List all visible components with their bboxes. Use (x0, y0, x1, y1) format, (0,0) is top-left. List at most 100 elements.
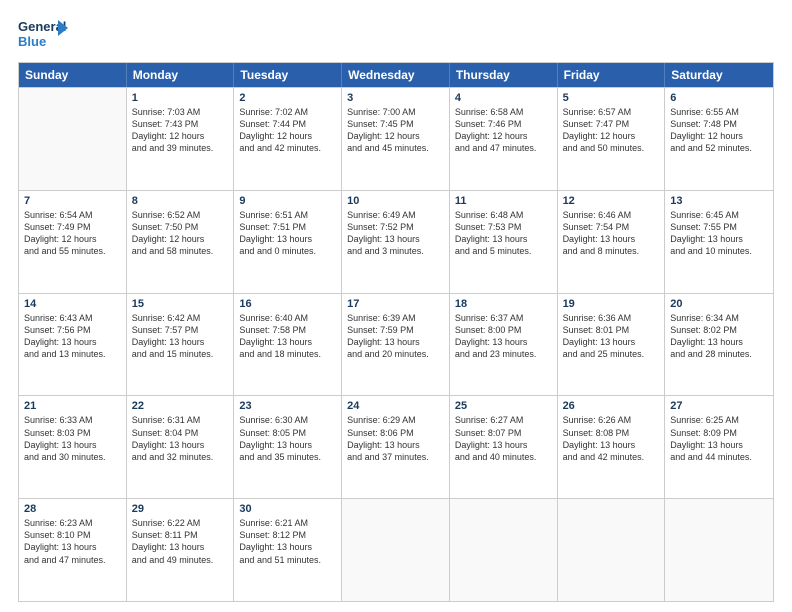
daylight-text-1: Daylight: 13 hours (132, 541, 229, 553)
daylight-text-2: and and 32 minutes. (132, 451, 229, 463)
daylight-text-1: Daylight: 13 hours (670, 233, 768, 245)
sunset-text: Sunset: 8:09 PM (670, 427, 768, 439)
calendar-cell: 23Sunrise: 6:30 AMSunset: 8:05 PMDayligh… (234, 396, 342, 498)
sunrise-text: Sunrise: 7:02 AM (239, 106, 336, 118)
daylight-text-2: and and 58 minutes. (132, 245, 229, 257)
daylight-text-1: Daylight: 13 hours (24, 336, 121, 348)
calendar-cell: 20Sunrise: 6:34 AMSunset: 8:02 PMDayligh… (665, 294, 773, 396)
calendar-cell: 24Sunrise: 6:29 AMSunset: 8:06 PMDayligh… (342, 396, 450, 498)
daylight-text-1: Daylight: 13 hours (239, 233, 336, 245)
calendar-cell: 4 Sunrise: 6:58 AMSunset: 7:46 PMDaylight… (450, 88, 558, 190)
sunrise-text: Sunrise: 6:36 AM (563, 312, 660, 324)
daylight-text-2: and and 5 minutes. (455, 245, 552, 257)
sunrise-text: Sunrise: 6:25 AM (670, 414, 768, 426)
header-day-thursday: Thursday (450, 63, 558, 87)
header-day-wednesday: Wednesday (342, 63, 450, 87)
calendar-cell (342, 499, 450, 601)
daylight-text-1: Daylight: 13 hours (24, 439, 121, 451)
sunset-text: Sunset: 7:46 PM (455, 118, 552, 130)
calendar-cell: 11Sunrise: 6:48 AMSunset: 7:53 PMDayligh… (450, 191, 558, 293)
daylight-text-2: and and 3 minutes. (347, 245, 444, 257)
calendar-cell: 15Sunrise: 6:42 AMSunset: 7:57 PMDayligh… (127, 294, 235, 396)
day-number: 22 (132, 400, 229, 412)
daylight-text-1: Daylight: 13 hours (563, 233, 660, 245)
sunrise-text: Sunrise: 6:58 AM (455, 106, 552, 118)
daylight-text-1: Daylight: 12 hours (455, 130, 552, 142)
daylight-text-2: and and 45 minutes. (347, 142, 444, 154)
daylight-text-1: Daylight: 13 hours (347, 233, 444, 245)
day-number: 6 (670, 92, 768, 104)
sunset-text: Sunset: 7:48 PM (670, 118, 768, 130)
daylight-text-1: Daylight: 12 hours (347, 130, 444, 142)
calendar-cell: 10Sunrise: 6:49 AMSunset: 7:52 PMDayligh… (342, 191, 450, 293)
sunrise-text: Sunrise: 6:33 AM (24, 414, 121, 426)
day-number: 4 (455, 92, 552, 104)
sunrise-text: Sunrise: 7:00 AM (347, 106, 444, 118)
sunset-text: Sunset: 7:49 PM (24, 221, 121, 233)
calendar-cell: 8Sunrise: 6:52 AMSunset: 7:50 PMDaylight… (127, 191, 235, 293)
calendar-row-4: 21Sunrise: 6:33 AMSunset: 8:03 PMDayligh… (19, 395, 773, 498)
sunset-text: Sunset: 8:08 PM (563, 427, 660, 439)
daylight-text-2: and and 10 minutes. (670, 245, 768, 257)
sunrise-text: Sunrise: 6:52 AM (132, 209, 229, 221)
day-number: 13 (670, 195, 768, 207)
daylight-text-1: Daylight: 13 hours (670, 336, 768, 348)
sunset-text: Sunset: 7:54 PM (563, 221, 660, 233)
calendar-cell: 22Sunrise: 6:31 AMSunset: 8:04 PMDayligh… (127, 396, 235, 498)
day-number: 1 (132, 92, 229, 104)
day-number: 17 (347, 298, 444, 310)
calendar-row-5: 28Sunrise: 6:23 AMSunset: 8:10 PMDayligh… (19, 498, 773, 601)
calendar-cell: 14Sunrise: 6:43 AMSunset: 7:56 PMDayligh… (19, 294, 127, 396)
daylight-text-2: and and 47 minutes. (455, 142, 552, 154)
daylight-text-2: and and 52 minutes. (670, 142, 768, 154)
sunset-text: Sunset: 8:12 PM (239, 529, 336, 541)
day-number: 28 (24, 503, 121, 515)
sunrise-text: Sunrise: 6:42 AM (132, 312, 229, 324)
daylight-text-2: and and 37 minutes. (347, 451, 444, 463)
daylight-text-1: Daylight: 13 hours (563, 439, 660, 451)
calendar-cell: 29Sunrise: 6:22 AMSunset: 8:11 PMDayligh… (127, 499, 235, 601)
daylight-text-2: and and 40 minutes. (455, 451, 552, 463)
day-number: 18 (455, 298, 552, 310)
daylight-text-2: and and 55 minutes. (24, 245, 121, 257)
day-number: 20 (670, 298, 768, 310)
sunset-text: Sunset: 8:03 PM (24, 427, 121, 439)
calendar-cell: 26Sunrise: 6:26 AMSunset: 8:08 PMDayligh… (558, 396, 666, 498)
sunrise-text: Sunrise: 6:57 AM (563, 106, 660, 118)
header-day-saturday: Saturday (665, 63, 773, 87)
calendar-cell (450, 499, 558, 601)
sunset-text: Sunset: 7:57 PM (132, 324, 229, 336)
sunset-text: Sunset: 7:53 PM (455, 221, 552, 233)
header-day-sunday: Sunday (19, 63, 127, 87)
daylight-text-2: and and 0 minutes. (239, 245, 336, 257)
calendar-cell (558, 499, 666, 601)
calendar-cell: 1Sunrise: 7:03 AMSunset: 7:43 PMDaylight… (127, 88, 235, 190)
calendar-header: SundayMondayTuesdayWednesdayThursdayFrid… (19, 63, 773, 87)
daylight-text-1: Daylight: 13 hours (239, 439, 336, 451)
sunset-text: Sunset: 8:01 PM (563, 324, 660, 336)
day-number: 29 (132, 503, 229, 515)
day-number: 7 (24, 195, 121, 207)
sunrise-text: Sunrise: 6:29 AM (347, 414, 444, 426)
day-number: 16 (239, 298, 336, 310)
header-day-monday: Monday (127, 63, 235, 87)
daylight-text-1: Daylight: 12 hours (132, 233, 229, 245)
daylight-text-1: Daylight: 13 hours (347, 336, 444, 348)
calendar-cell: 19Sunrise: 6:36 AMSunset: 8:01 PMDayligh… (558, 294, 666, 396)
calendar-row-2: 7Sunrise: 6:54 AMSunset: 7:49 PMDaylight… (19, 190, 773, 293)
daylight-text-2: and and 44 minutes. (670, 451, 768, 463)
sunrise-text: Sunrise: 6:48 AM (455, 209, 552, 221)
sunset-text: Sunset: 8:02 PM (670, 324, 768, 336)
daylight-text-1: Daylight: 13 hours (455, 233, 552, 245)
daylight-text-2: and and 25 minutes. (563, 348, 660, 360)
sunrise-text: Sunrise: 6:23 AM (24, 517, 121, 529)
daylight-text-1: Daylight: 13 hours (239, 541, 336, 553)
day-number: 9 (239, 195, 336, 207)
calendar-cell: 18Sunrise: 6:37 AMSunset: 8:00 PMDayligh… (450, 294, 558, 396)
calendar-cell: 28Sunrise: 6:23 AMSunset: 8:10 PMDayligh… (19, 499, 127, 601)
calendar-cell: 7Sunrise: 6:54 AMSunset: 7:49 PMDaylight… (19, 191, 127, 293)
logo: GeneralBlue (18, 16, 70, 52)
daylight-text-1: Daylight: 12 hours (239, 130, 336, 142)
sunrise-text: Sunrise: 6:30 AM (239, 414, 336, 426)
sunset-text: Sunset: 8:06 PM (347, 427, 444, 439)
